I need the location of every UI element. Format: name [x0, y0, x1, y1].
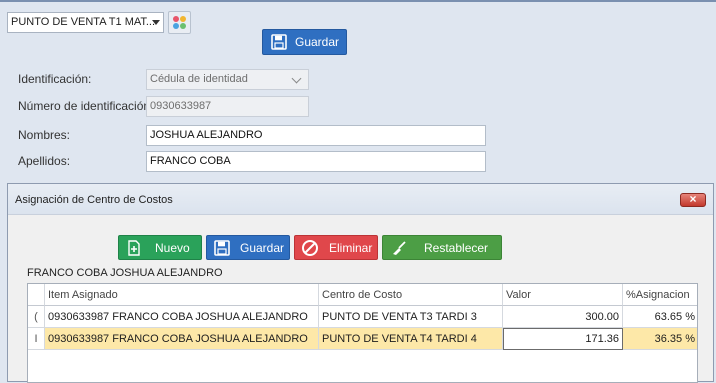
- row-indicator: (: [28, 306, 45, 328]
- row-indicator: I: [28, 328, 45, 350]
- cost-center-grid: Item Asignado Centro de Costo Valor %Asi…: [27, 283, 698, 383]
- add-document-icon: [128, 240, 140, 256]
- cell-value-editor[interactable]: 171.36: [503, 328, 623, 350]
- prohibited-icon: [302, 240, 318, 256]
- table-row[interactable]: I 0930633987 FRANCO COBA JOSHUA ALEJANDR…: [28, 328, 697, 350]
- delete-button[interactable]: Eliminar: [294, 235, 378, 260]
- dialog-save-button[interactable]: Guardar: [206, 235, 290, 260]
- cell-value[interactable]: 300.00: [503, 306, 623, 328]
- floppy-disk-icon: [271, 34, 287, 50]
- id-type-value: Cédula de identidad: [150, 73, 248, 85]
- dialog-title-bar: Asignación de Centro de Costos ×: [8, 184, 713, 215]
- surnames-label: Apellidos:: [18, 154, 71, 168]
- chevron-down-icon: [291, 73, 302, 84]
- save-button-label: Guardar: [295, 35, 340, 49]
- new-button-label: Nuevo: [155, 240, 190, 255]
- cell-percent[interactable]: 63.65 %: [623, 306, 697, 328]
- id-type-select[interactable]: Cédula de identidad: [146, 69, 309, 90]
- palette-icon[interactable]: [168, 11, 191, 34]
- column-header-percent[interactable]: %Asignacion: [623, 284, 697, 306]
- column-header-item[interactable]: Item Asignado: [45, 284, 319, 306]
- cell-percent[interactable]: 36.35 %: [623, 328, 697, 350]
- column-header-center[interactable]: Centro de Costo: [319, 284, 503, 306]
- cost-center-dialog: Asignación de Centro de Costos × Nuevo G…: [7, 183, 714, 383]
- window-top-border: [0, 0, 716, 2]
- cell-item[interactable]: 0930633987 FRANCO COBA JOSHUA ALEJANDRO: [45, 328, 319, 350]
- dialog-title: Asignación de Centro de Costos: [15, 194, 173, 206]
- close-icon: ×: [689, 192, 697, 206]
- surnames-field[interactable]: FRANCO COBA: [146, 151, 486, 172]
- close-button[interactable]: ×: [680, 192, 706, 207]
- dialog-save-button-label: Guardar: [240, 240, 285, 255]
- new-button[interactable]: Nuevo: [118, 235, 202, 260]
- table-row[interactable]: ( 0930633987 FRANCO COBA JOSHUA ALEJANDR…: [28, 306, 697, 328]
- save-button[interactable]: Guardar: [262, 29, 347, 55]
- cell-center[interactable]: PUNTO DE VENTA T4 TARDI 4: [319, 328, 503, 350]
- names-label: Nombres:: [18, 128, 71, 142]
- floppy-disk-icon: [214, 240, 230, 256]
- location-select-value: PUNTO DE VENTA T1 MAT...: [11, 16, 156, 28]
- id-number-value: 0930633987: [150, 100, 212, 112]
- cell-center[interactable]: PUNTO DE VENTA T3 TARDI 3: [319, 306, 503, 328]
- chevron-down-icon: [152, 20, 160, 25]
- broom-icon: [393, 241, 406, 255]
- id-type-label: Identificación:: [18, 72, 92, 86]
- delete-button-label: Eliminar: [329, 240, 373, 255]
- location-select[interactable]: PUNTO DE VENTA T1 MAT...: [7, 12, 164, 33]
- grid-header: Item Asignado Centro de Costo Valor %Asi…: [28, 284, 697, 306]
- row-indicator-header: [28, 284, 45, 306]
- person-name: FRANCO COBA JOSHUA ALEJANDRO: [27, 267, 223, 279]
- column-header-value[interactable]: Valor: [503, 284, 623, 306]
- id-number-field[interactable]: 0930633987: [146, 96, 309, 117]
- reset-button-label: Restablecer: [424, 240, 489, 255]
- names-field[interactable]: JOSHUA ALEJANDRO: [146, 125, 486, 146]
- surnames-value: FRANCO COBA: [150, 155, 231, 167]
- names-value: JOSHUA ALEJANDRO: [150, 129, 263, 141]
- id-number-label: Número de identificación:: [18, 99, 154, 113]
- reset-button[interactable]: Restablecer: [382, 235, 502, 260]
- cell-item[interactable]: 0930633987 FRANCO COBA JOSHUA ALEJANDRO: [45, 306, 319, 328]
